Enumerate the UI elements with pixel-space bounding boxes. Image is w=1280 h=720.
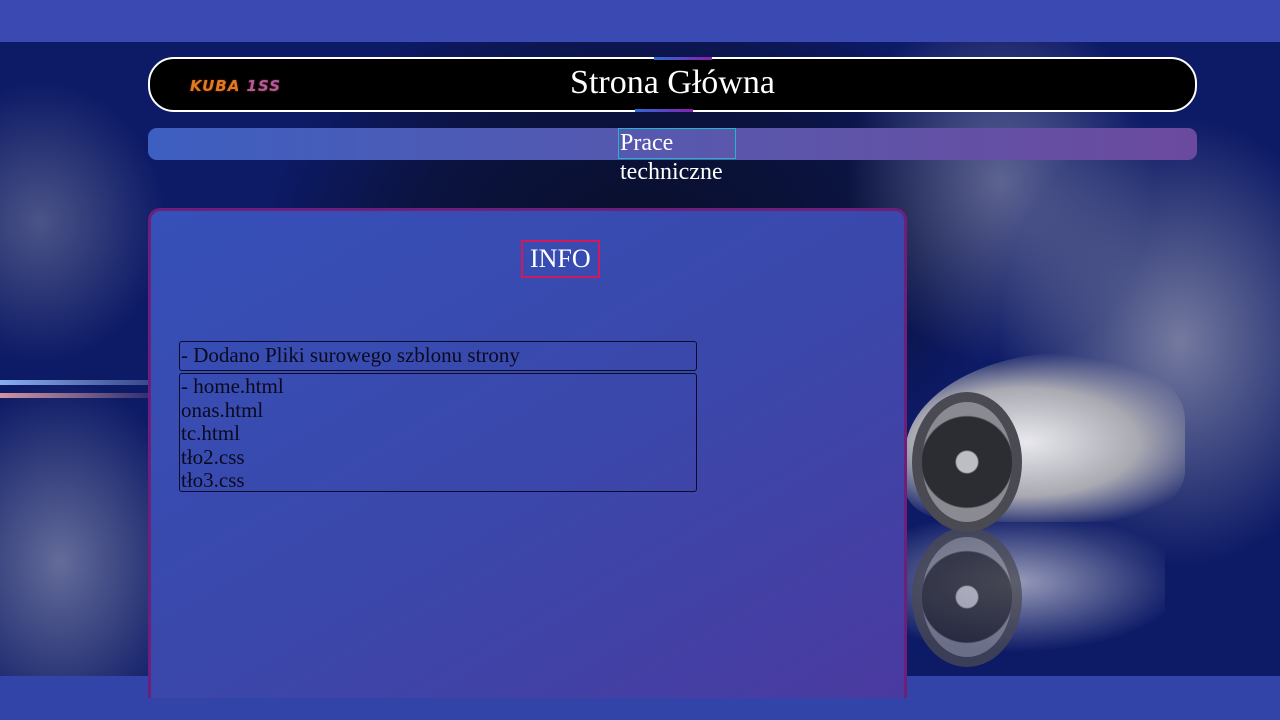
file-list-item: tło3.css (181, 468, 245, 492)
nav-link-label: Prace techniczne (620, 130, 723, 185)
light-streak (0, 380, 160, 385)
car-wheel (912, 392, 1022, 532)
car-wheel-reflection (912, 527, 1022, 667)
file-list-item: - home.html (181, 374, 284, 398)
file-list-item: onas.html (181, 397, 264, 422)
light-streak (0, 393, 160, 398)
info-heading: INFO (521, 240, 600, 278)
site-header: KUBA 1SS Strona Główna (148, 57, 1197, 112)
title-accent (635, 109, 693, 112)
top-band (0, 0, 1280, 42)
file-list-item: tc.html (181, 421, 240, 445)
title-accent (654, 57, 712, 60)
file-list-item: tło2.css (181, 444, 245, 469)
file-list: - home.html onas.html tc.html tło2.css t… (179, 373, 697, 492)
nav-link-prace-techniczne[interactable]: Prace techniczne (618, 128, 736, 185)
info-panel: INFO - Dodano Pliki surowego szblonu str… (148, 208, 907, 698)
page-title: Strona Główna (570, 64, 775, 101)
update-note: - Dodano Pliki surowego szblonu strony (179, 341, 697, 371)
